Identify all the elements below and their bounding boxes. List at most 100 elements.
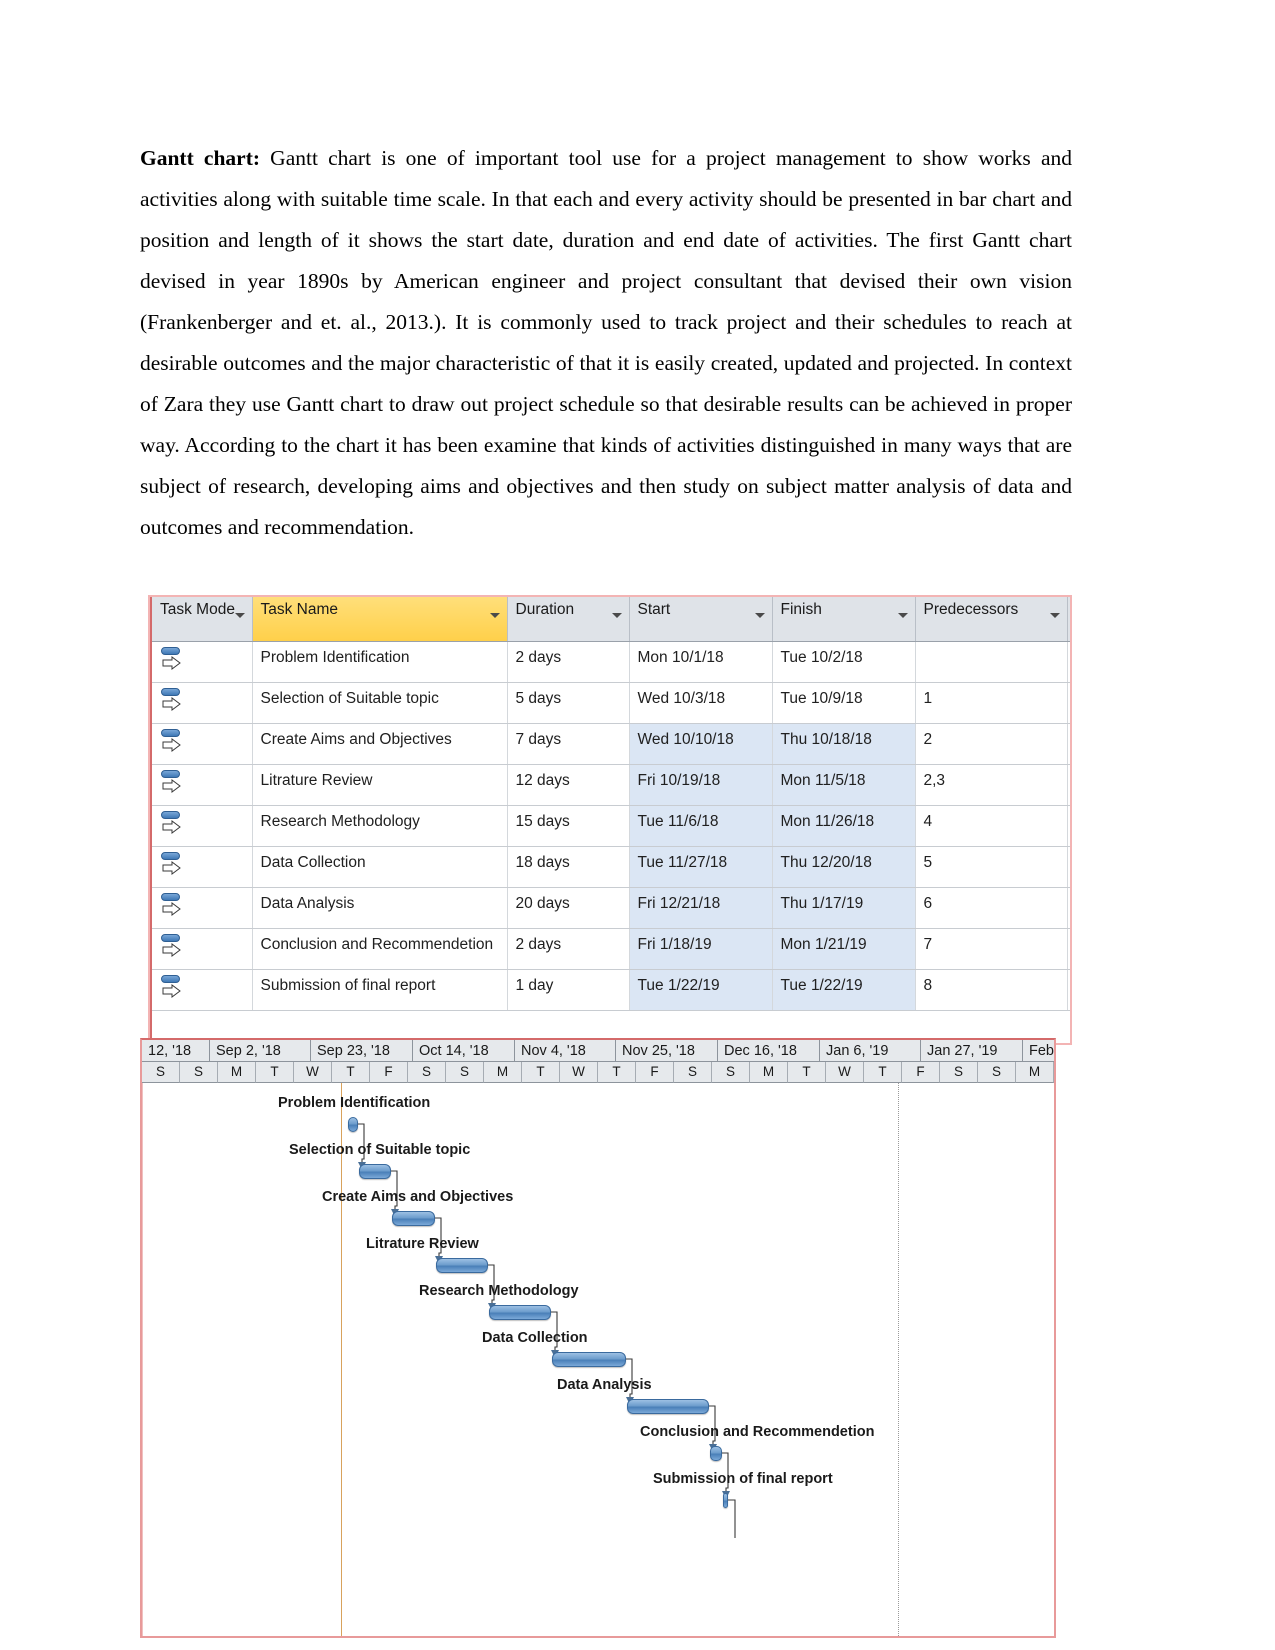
table-row[interactable]: Data Analysis 20 days Fri 12/21/18 Thu 1/17… [152,887,1070,929]
start-cell[interactable]: Fri 10/19/18 [629,764,773,806]
table-row[interactable]: Selection of Suitable topic 5 days Wed 10/… [152,682,1070,724]
timeline-week-label: 12, '18 [142,1040,210,1062]
table-row[interactable]: Data Collection 18 days Tue 11/27/18 Thu 12… [152,846,1070,888]
gantt-bar[interactable] [489,1305,551,1320]
timeline-day-tick: S [408,1062,446,1083]
duration-cell[interactable]: 20 days [507,887,630,929]
finish-cell[interactable]: Thu 10/18/18 [772,723,916,765]
task-mode-cell[interactable] [152,887,253,929]
predecessors-cell[interactable]: 2 [915,723,1068,765]
task-mode-cell[interactable] [152,846,253,888]
gantt-bar-label: Litrature Review [366,1236,479,1252]
timeline-week-label: Nov 4, '18 [515,1040,616,1062]
predecessors-cell[interactable] [915,641,1068,683]
task-name-cell[interactable]: Research Methodology [252,805,508,847]
start-cell[interactable]: Fri 12/21/18 [629,887,773,929]
duration-cell[interactable]: 1 day [507,969,630,1011]
gantt-bar-label: Research Methodology [419,1283,579,1299]
start-cell[interactable]: Tue 11/6/18 [629,805,773,847]
task-name-cell[interactable]: Data Collection [252,846,508,888]
gantt-bar[interactable] [392,1211,435,1226]
task-mode-cell[interactable] [152,928,253,970]
table-row[interactable]: Research Methodology 15 days Tue 11/6/18 Mo… [152,805,1070,847]
duration-cell[interactable]: 7 days [507,723,630,765]
task-name-cell[interactable]: Selection of Suitable topic [252,682,508,724]
duration-cell[interactable]: 5 days [507,682,630,724]
start-cell[interactable]: Tue 1/22/19 [629,969,773,1011]
predecessors-cell[interactable]: 5 [915,846,1068,888]
gantt-bar[interactable] [552,1352,626,1367]
duration-cell[interactable]: 15 days [507,805,630,847]
task-mode-cell[interactable] [152,764,253,806]
column-header-start[interactable]: Start [629,597,773,642]
task-name-cell[interactable]: Conclusion and Recommendetion [252,928,508,970]
filter-dropdown-icon[interactable] [754,613,765,618]
paragraph-heading: Gantt chart: [140,146,261,170]
task-mode-cell[interactable] [152,723,253,765]
column-header-duration[interactable]: Duration [507,597,630,642]
predecessors-cell[interactable]: 1 [915,682,1068,724]
task-name-cell[interactable]: Submission of final report [252,969,508,1011]
predecessors-cell[interactable]: 8 [915,969,1068,1011]
column-header-label: Predecessors [923,601,1019,618]
finish-cell[interactable]: Mon 11/26/18 [772,805,916,847]
predecessors-cell[interactable]: 2,3 [915,764,1068,806]
predecessors-cell[interactable]: 6 [915,887,1068,929]
finish-cell[interactable]: Tue 10/2/18 [772,641,916,683]
finish-cell[interactable]: Mon 11/5/18 [772,764,916,806]
start-cell[interactable]: Mon 10/1/18 [629,641,773,683]
duration-cell[interactable]: 2 days [507,928,630,970]
gantt-chart-area[interactable]: Problem Identification Selection of Suita… [142,1083,1054,1636]
column-header-task-mode[interactable]: Task Mode [152,597,253,642]
gantt-bar[interactable] [359,1164,391,1179]
finish-cell[interactable]: Tue 1/22/19 [772,969,916,1011]
filter-dropdown-icon[interactable] [489,613,500,618]
table-row[interactable]: Problem Identification 2 days Mon 10/1/18 T… [152,641,1070,683]
start-cell[interactable]: Wed 10/10/18 [629,723,773,765]
gantt-bar[interactable] [348,1117,358,1132]
filter-dropdown-icon[interactable] [897,613,908,618]
table-row[interactable]: Conclusion and Recommendetion 2 days Fri 1… [152,928,1070,970]
finish-cell[interactable]: Mon 1/21/19 [772,928,916,970]
timeline-day-tick: T [788,1062,826,1083]
duration-cell[interactable]: 12 days [507,764,630,806]
start-cell[interactable]: Fri 1/18/19 [629,928,773,970]
start-cell[interactable]: Tue 11/27/18 [629,846,773,888]
task-mode-cell[interactable] [152,969,253,1011]
task-mode-cell[interactable] [152,805,253,847]
predecessors-cell[interactable]: 4 [915,805,1068,847]
finish-cell[interactable]: Thu 1/17/19 [772,887,916,929]
finish-cell[interactable]: Tue 10/9/18 [772,682,916,724]
filter-dropdown-icon[interactable] [1049,613,1060,618]
predecessors-cell[interactable]: 7 [915,928,1068,970]
column-header-predecessors[interactable]: Predecessors [915,597,1068,642]
task-name-cell[interactable]: Data Analysis [252,887,508,929]
column-header-task-name[interactable]: Task Name [252,597,508,642]
task-mode-cell[interactable] [152,682,253,724]
duration-cell[interactable]: 18 days [507,846,630,888]
gantt-bar-label: Conclusion and Recommendetion [640,1424,875,1440]
gantt-bar[interactable] [436,1258,488,1273]
gantt-bar[interactable] [723,1493,728,1508]
table-row[interactable]: Submission of final report 1 day Tue 1/22/… [152,969,1070,1011]
filter-dropdown-icon[interactable] [234,613,245,618]
table-header-row: Task Mode Task Name Duration Start Finis… [152,597,1070,642]
gantt-bar[interactable] [627,1399,709,1414]
task-name-cell[interactable]: Create Aims and Objectives [252,723,508,765]
task-name-cell[interactable]: Problem Identification [252,641,508,683]
filter-dropdown-icon[interactable] [611,613,622,618]
duration-cell[interactable]: 2 days [507,641,630,683]
table-row[interactable]: Create Aims and Objectives 7 days Wed 10/1… [152,723,1070,765]
gantt-bar[interactable] [710,1446,722,1461]
timeline-week-label: Oct 14, '18 [413,1040,515,1062]
table-row[interactable]: Litrature Review 12 days Fri 10/19/18 Mon 1… [152,764,1070,806]
column-header-finish[interactable]: Finish [772,597,916,642]
task-name-cell[interactable]: Litrature Review [252,764,508,806]
timeline-day-tick: S [712,1062,750,1083]
task-mode-cell[interactable] [152,641,253,683]
row-spacer-cell [1067,682,1070,724]
timeline-day-tick: S [142,1062,180,1083]
finish-cell[interactable]: Thu 12/20/18 [772,846,916,888]
timeline-day-tick: S [446,1062,484,1083]
start-cell[interactable]: Wed 10/3/18 [629,682,773,724]
